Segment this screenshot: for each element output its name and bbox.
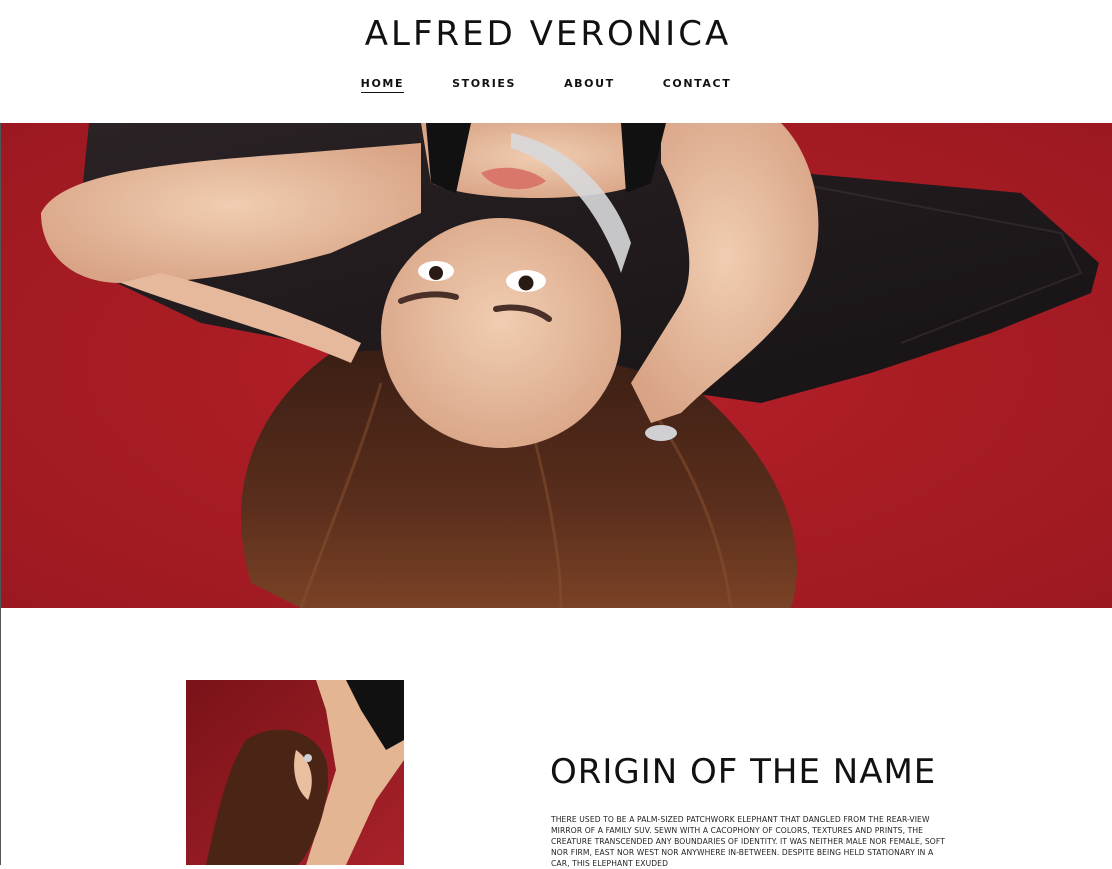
nav-about-link[interactable]: ABOUT	[564, 77, 615, 93]
portrait-image	[186, 680, 404, 865]
site-header: ALFRED VERONICA HOME STORIES ABOUT CONTA…	[0, 0, 1112, 123]
nav-contact-link[interactable]: CONTACT	[663, 77, 732, 93]
hero-photo-illustration	[1, 123, 1112, 608]
portrait-photo-illustration	[186, 680, 404, 865]
origin-heading: ORIGIN OF THE NAME	[550, 752, 937, 792]
main-nav: HOME STORIES ABOUT CONTACT	[0, 77, 1092, 93]
site-title[interactable]: ALFRED VERONICA	[0, 14, 1096, 54]
hero-image	[1, 123, 1112, 608]
origin-body-text: THERE USED TO BE A PALM-SIZED PATCHWORK …	[551, 815, 945, 868]
nav-stories-link[interactable]: STORIES	[452, 77, 516, 93]
nav-home-link[interactable]: HOME	[360, 77, 405, 93]
